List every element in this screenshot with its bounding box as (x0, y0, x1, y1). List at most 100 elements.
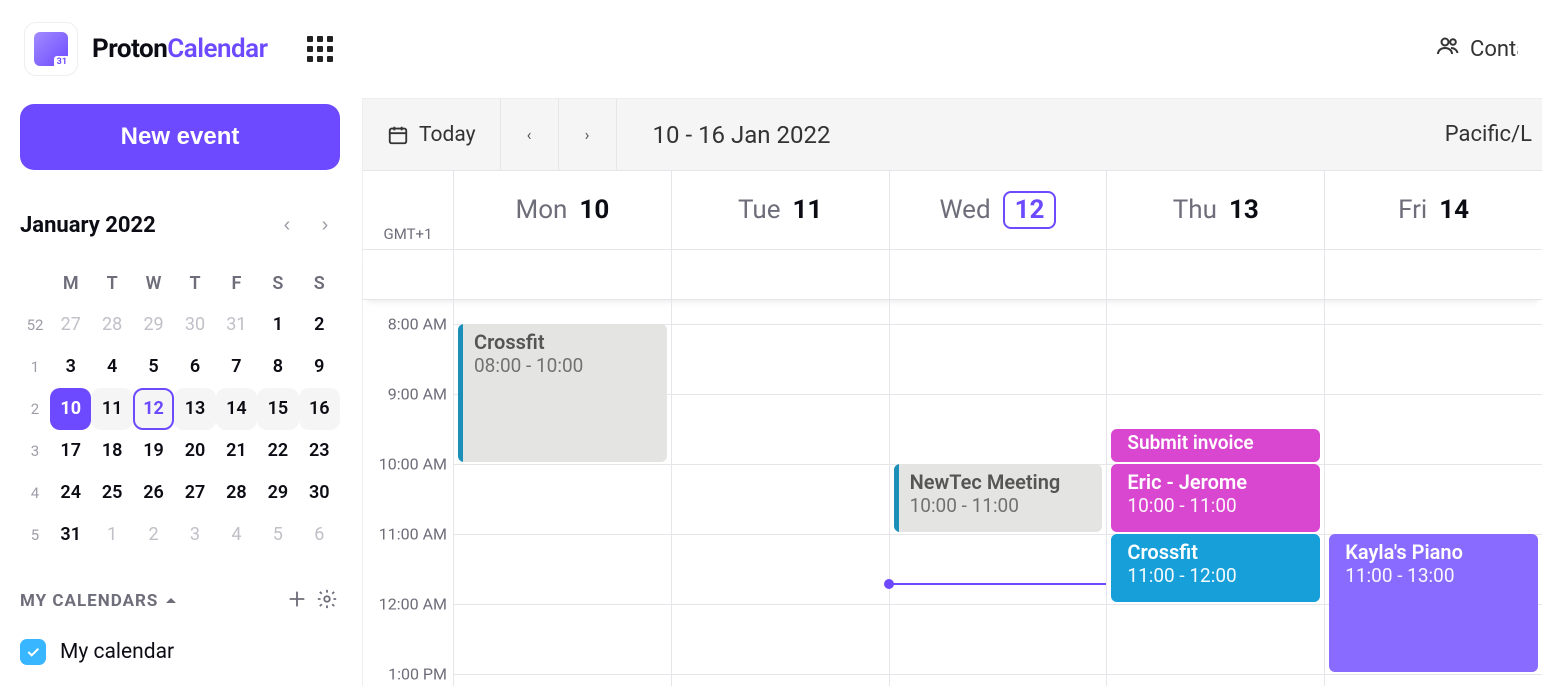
day-header-cell[interactable]: Fri 14 (1324, 171, 1542, 249)
mini-day-cell[interactable]: 10 (50, 388, 91, 430)
calendar-name: My calendar (60, 640, 174, 664)
brand-name: ProtonCalendar (92, 34, 267, 64)
day-header-cell[interactable]: Thu 13 (1106, 171, 1324, 249)
mini-day-cell[interactable]: 31 (216, 304, 257, 346)
mini-day-cell[interactable]: 13 (174, 388, 215, 430)
time-label: 9:00 AM (363, 385, 447, 404)
mini-month-label: January 2022 (20, 213, 156, 238)
mini-day-cell[interactable]: 1 (257, 304, 298, 346)
mini-day-cell[interactable]: 5 (257, 514, 298, 556)
calendar-event[interactable]: NewTec Meeting10:00 - 11:00 (894, 464, 1103, 532)
time-label: 8:00 AM (363, 315, 447, 334)
mini-week-number: 4 (20, 484, 50, 502)
day-header-cell[interactable]: Wed 12 (889, 171, 1107, 249)
mini-day-cell[interactable]: 28 (91, 304, 132, 346)
day-column[interactable]: NewTec Meeting10:00 - 11:00 (889, 300, 1107, 686)
my-calendars-label[interactable]: MY CALENDARS (20, 591, 176, 611)
chevron-up-icon (166, 593, 176, 603)
today-button[interactable]: Today (363, 99, 501, 170)
mini-day-cell[interactable]: 20 (174, 430, 215, 472)
day-column[interactable]: Kayla's Piano11:00 - 13:00 (1324, 300, 1542, 686)
day-column[interactable] (671, 300, 889, 686)
mini-day-cell[interactable]: 11 (91, 388, 132, 430)
allday-cell[interactable] (671, 250, 889, 299)
mini-day-cell[interactable]: 4 (91, 346, 132, 388)
mini-day-cell[interactable]: 1 (91, 514, 132, 556)
mini-week-number: 2 (20, 400, 50, 418)
next-week-button[interactable]: › (559, 99, 617, 170)
mini-week-number: 1 (20, 358, 50, 376)
mini-day-cell[interactable]: 26 (133, 472, 174, 514)
mini-day-cell[interactable]: 2 (299, 304, 340, 346)
mini-day-cell[interactable]: 6 (174, 346, 215, 388)
brand-logo-icon (24, 22, 78, 76)
mini-calendar: MTWTFSS522728293031121345678921011121314… (20, 262, 340, 556)
mini-prev-button[interactable]: ‹ (270, 208, 304, 242)
mini-day-cell[interactable]: 28 (216, 472, 257, 514)
calendar-event[interactable]: Kayla's Piano11:00 - 13:00 (1329, 534, 1538, 672)
mini-day-cell[interactable]: 25 (91, 472, 132, 514)
contacts-label[interactable]: Contacts (1470, 37, 1518, 62)
mini-dow: W (133, 273, 174, 294)
mini-day-cell[interactable]: 27 (174, 472, 215, 514)
mini-day-cell[interactable]: 3 (174, 514, 215, 556)
mini-day-cell[interactable]: 30 (174, 304, 215, 346)
day-column[interactable]: Submit invoiceEric - Jerome10:00 - 11:00… (1106, 300, 1324, 686)
calendar-event[interactable]: Crossfit11:00 - 12:00 (1111, 534, 1320, 602)
time-label: 10:00 AM (363, 455, 447, 474)
mini-day-cell[interactable]: 15 (257, 388, 298, 430)
mini-day-cell[interactable]: 27 (50, 304, 91, 346)
time-label: 1:00 PM (363, 665, 447, 684)
mini-day-cell[interactable]: 31 (50, 514, 91, 556)
calendar-settings-button[interactable] (312, 584, 342, 617)
now-indicator (890, 583, 1107, 585)
mini-day-cell[interactable]: 8 (257, 346, 298, 388)
brand: ProtonCalendar (24, 22, 267, 76)
day-header-cell[interactable]: Tue 11 (671, 171, 889, 249)
mini-day-cell[interactable]: 4 (216, 514, 257, 556)
mini-day-cell[interactable]: 29 (133, 304, 174, 346)
mini-day-cell[interactable]: 6 (299, 514, 340, 556)
mini-day-cell[interactable]: 17 (50, 430, 91, 472)
day-header-cell[interactable]: Mon 10 (453, 171, 671, 249)
calendar-event[interactable]: Crossfit08:00 - 10:00 (458, 324, 667, 462)
mini-day-cell[interactable]: 14 (216, 388, 257, 430)
add-calendar-button[interactable] (282, 584, 312, 617)
contacts-icon[interactable] (1436, 34, 1460, 64)
calendar-event[interactable]: Submit invoice (1111, 429, 1320, 462)
mini-day-cell[interactable]: 7 (216, 346, 257, 388)
calendar-item[interactable]: My calendar (20, 639, 342, 665)
mini-dow: F (216, 273, 257, 294)
mini-day-cell[interactable]: 19 (133, 430, 174, 472)
mini-day-cell[interactable]: 22 (257, 430, 298, 472)
mini-day-cell[interactable]: 23 (299, 430, 340, 472)
calendar-checkbox[interactable] (20, 639, 46, 665)
mini-day-cell[interactable]: 16 (299, 388, 340, 430)
day-column[interactable]: Crossfit08:00 - 10:00 (453, 300, 671, 686)
mini-dow: M (50, 273, 91, 294)
calendar-event[interactable]: Eric - Jerome10:00 - 11:00 (1111, 464, 1320, 532)
mini-day-cell[interactable]: 5 (133, 346, 174, 388)
mini-day-cell[interactable]: 3 (50, 346, 91, 388)
apps-grid-icon[interactable] (307, 36, 333, 62)
timezone-selector[interactable]: Pacific/L (1445, 122, 1542, 147)
calendar-icon (387, 124, 409, 146)
mini-day-cell[interactable]: 30 (299, 472, 340, 514)
allday-cell[interactable] (1106, 250, 1324, 299)
mini-day-cell[interactable]: 21 (216, 430, 257, 472)
mini-day-cell[interactable]: 2 (133, 514, 174, 556)
mini-week-number: 5 (20, 526, 50, 544)
mini-dow: S (257, 273, 298, 294)
mini-next-button[interactable]: › (308, 208, 342, 242)
mini-day-cell[interactable]: 12 (133, 388, 174, 430)
allday-cell[interactable] (889, 250, 1107, 299)
mini-day-cell[interactable]: 29 (257, 472, 298, 514)
new-event-button[interactable]: New event (20, 104, 340, 170)
prev-week-button[interactable]: ‹ (501, 99, 559, 170)
mini-day-cell[interactable]: 24 (50, 472, 91, 514)
mini-day-cell[interactable]: 9 (299, 346, 340, 388)
mini-day-cell[interactable]: 18 (91, 430, 132, 472)
mini-dow: S (299, 273, 340, 294)
allday-cell[interactable] (1324, 250, 1542, 299)
allday-cell[interactable] (453, 250, 671, 299)
